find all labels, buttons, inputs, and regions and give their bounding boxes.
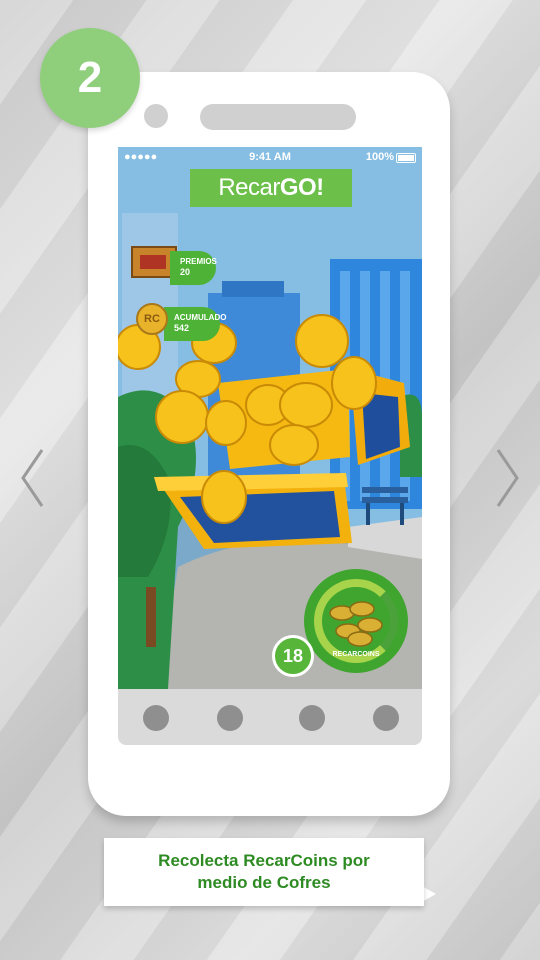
rc-coin-icon: RC — [136, 303, 168, 335]
caption-box: Recolecta RecarCoins por medio de Cofres — [104, 838, 424, 906]
battery-percent: 100% — [365, 151, 394, 163]
page-dot-2[interactable] — [217, 705, 243, 731]
page-dot-1[interactable] — [143, 705, 169, 731]
phone-camera — [144, 104, 168, 128]
logo-text-light: Recar — [218, 174, 280, 201]
status-bar: ●●●●● 9:41 AM 100% — [118, 147, 422, 167]
chevron-right-icon[interactable] — [496, 448, 520, 508]
accumulated-label: ACUMULADO — [174, 313, 227, 322]
recarcoins-label: RECARCOINS — [332, 651, 380, 658]
prizes-label: PREMIOS — [180, 257, 217, 266]
page-dot-4[interactable] — [373, 705, 399, 731]
caption-line-1: Recolecta RecarCoins por — [158, 851, 370, 870]
prizes-counter[interactable]: PREMIOS 20 — [170, 251, 217, 285]
step-badge: 2 — [40, 28, 140, 128]
accumulated-value: 542 — [174, 323, 190, 333]
phone-speaker — [200, 104, 356, 130]
battery-icon — [396, 153, 416, 163]
prizes-value: 20 — [180, 267, 191, 277]
logo-text-bold: GO! — [279, 174, 324, 201]
chevron-left-icon[interactable] — [20, 448, 44, 508]
caption-line-2: medio de Cofres — [197, 873, 331, 892]
page-dot-3[interactable] — [299, 705, 325, 731]
app-logo: Recar GO! — [190, 169, 352, 207]
recarcoins-count: 18 — [272, 635, 314, 677]
accumulated-counter[interactable]: ACUMULADO 542 — [164, 307, 226, 341]
game-screen: ●●●●● 9:41 AM 100% Recar GO! PREMIOS 20 A… — [118, 147, 422, 689]
recarcoins-meter[interactable]: RECARCOINS — [304, 569, 408, 673]
